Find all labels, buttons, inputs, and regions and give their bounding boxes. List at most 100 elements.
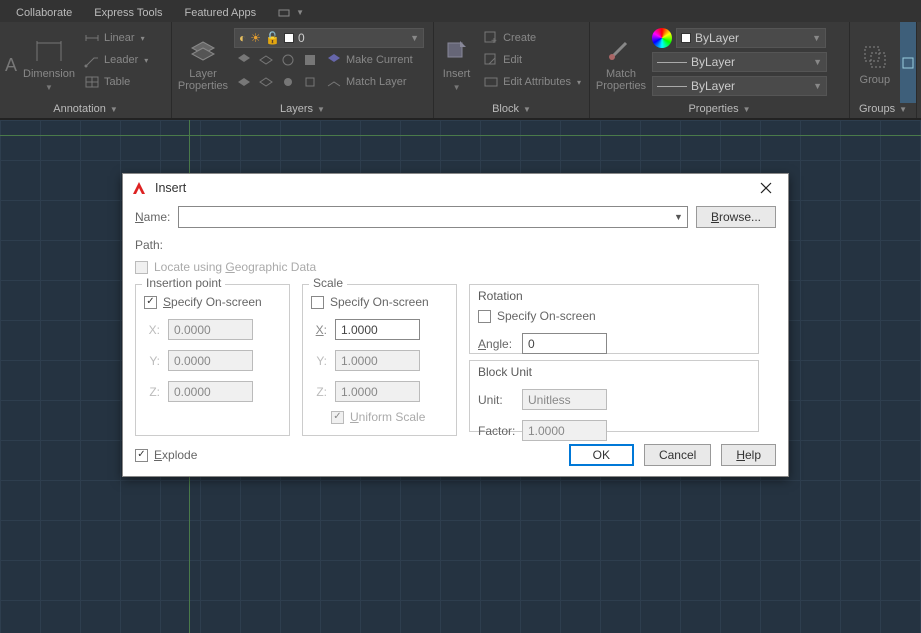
- dimension-button[interactable]: Dimension ▼: [22, 24, 76, 101]
- layer-color-swatch: [284, 33, 294, 43]
- make-current-icon: [326, 52, 342, 68]
- ribbon: Collaborate Express Tools Featured Apps …: [0, 0, 921, 119]
- match-layer-button[interactable]: Match Layer: [322, 72, 411, 92]
- angle-field[interactable]: 0: [522, 333, 607, 354]
- panel-properties-title[interactable]: Properties▼: [594, 101, 845, 118]
- panel-layers-title[interactable]: Layers▼: [176, 101, 429, 118]
- color-dropdown[interactable]: ByLayer ▼: [676, 28, 826, 48]
- scale-x-label: X:: [311, 323, 327, 337]
- svg-text:+: +: [491, 36, 497, 46]
- layer-tool-8[interactable]: [300, 72, 320, 92]
- layer-tool-2[interactable]: [256, 50, 276, 70]
- dialog-titlebar[interactable]: Insert: [123, 174, 788, 202]
- layer-tool-4[interactable]: [300, 50, 320, 70]
- edit-attr-icon: [483, 74, 499, 90]
- make-current-button[interactable]: Make Current: [322, 50, 417, 70]
- uniform-scale-label: Uniform Scale: [350, 410, 425, 424]
- group-expand[interactable]: [900, 22, 916, 103]
- scale-x-field[interactable]: 1.0000: [335, 319, 420, 340]
- edit-block-button[interactable]: Edit: [479, 50, 585, 70]
- tab-collaborate[interactable]: Collaborate: [6, 5, 82, 21]
- unit-field: Unitless: [522, 389, 607, 410]
- factor-label: Factor:: [478, 424, 514, 438]
- insertion-title: Insertion point: [142, 276, 225, 290]
- layer-properties-label: Layer Properties: [178, 68, 228, 92]
- help-button[interactable]: Help: [721, 444, 776, 466]
- ok-button[interactable]: OK: [569, 444, 634, 466]
- layer-tool-1[interactable]: [234, 50, 254, 70]
- browse-button[interactable]: Browse...: [696, 206, 776, 228]
- table-label: Table: [104, 76, 130, 88]
- close-button[interactable]: [754, 182, 778, 194]
- block-unit-group: Block Unit Unit:Unitless Factor:1.0000: [469, 360, 759, 432]
- layer-name: 0: [298, 31, 305, 45]
- layer-properties-button[interactable]: Layer Properties: [176, 24, 230, 101]
- edit-icon: [483, 52, 499, 68]
- panel-annotation-title[interactable]: Annotation▼: [4, 101, 167, 118]
- ribbon-panels: A Dimension ▼ Linear▾ Lead: [0, 22, 921, 118]
- match-layer-label: Match Layer: [346, 76, 407, 88]
- path-label: Path:: [135, 238, 776, 252]
- scale-z-field: 1.0000: [335, 381, 420, 402]
- ins-z-field: 0.0000: [168, 381, 253, 402]
- table-button[interactable]: Table: [80, 72, 152, 92]
- leader-button[interactable]: Leader▾: [80, 50, 152, 70]
- lock-icon: 🔓: [265, 31, 280, 45]
- group-button[interactable]: Group: [854, 24, 896, 101]
- match-properties-icon: [606, 37, 636, 65]
- ins-x-label: X:: [144, 323, 160, 337]
- unit-label: Unit:: [478, 393, 514, 407]
- geographic-checkbox: [135, 261, 148, 274]
- layer-dropdown[interactable]: ◐ ☀ 🔓 0 ▼: [234, 28, 424, 48]
- make-current-label: Make Current: [346, 54, 413, 66]
- explode-checkbox[interactable]: [135, 449, 148, 462]
- insertion-specify-checkbox[interactable]: [144, 296, 157, 309]
- text-button-edge[interactable]: A: [4, 24, 18, 101]
- scale-specify-checkbox[interactable]: [311, 296, 324, 309]
- panel-block-title[interactable]: Block▼: [438, 101, 585, 118]
- insert-block-button[interactable]: Insert ▼: [438, 24, 475, 101]
- panel-block: Insert ▼ + Create Edit Edit Attributes▾: [434, 22, 590, 118]
- tab-overflow[interactable]: ▼: [278, 8, 304, 18]
- rotation-specify-checkbox[interactable]: [478, 310, 491, 323]
- linear-button[interactable]: Linear▾: [80, 28, 152, 48]
- crosshair-horizontal: [0, 135, 921, 136]
- layer-tool-6[interactable]: [256, 72, 276, 92]
- rotation-blockunit-column: Rotation Specify On-screen Angle:0 Block…: [469, 284, 759, 436]
- layer-tool-5[interactable]: [234, 72, 254, 92]
- rotation-group: Rotation Specify On-screen Angle:0: [469, 284, 759, 354]
- edit-label: Edit: [503, 54, 522, 66]
- sun-icon: ☀: [250, 31, 261, 45]
- cancel-button[interactable]: Cancel: [644, 444, 711, 466]
- rotation-title: Rotation: [478, 289, 523, 303]
- name-dropdown[interactable]: ▼: [178, 206, 688, 228]
- scale-z-label: Z:: [311, 385, 327, 399]
- group-icon: [860, 43, 890, 71]
- tab-featured-apps[interactable]: Featured Apps: [175, 5, 267, 21]
- color-wheel-icon[interactable]: [652, 28, 672, 48]
- scale-y-label: Y:: [311, 354, 327, 368]
- layer-tool-7[interactable]: [278, 72, 298, 92]
- lineweight-dropdown[interactable]: ByLayer ▼: [652, 52, 827, 72]
- insertion-specify-label: Specify On-screen: [163, 295, 262, 309]
- create-icon: +: [483, 30, 499, 46]
- panel-groups-title[interactable]: Groups▼: [854, 101, 912, 118]
- linetype-dropdown[interactable]: ByLayer ▼: [652, 76, 827, 96]
- tab-express-tools[interactable]: Express Tools: [84, 5, 172, 21]
- create-block-button[interactable]: + Create: [479, 28, 585, 48]
- match-layer-icon: [326, 74, 342, 90]
- scale-title: Scale: [309, 276, 347, 290]
- explode-label: Explode: [154, 448, 197, 462]
- angle-label: Angle:: [478, 337, 514, 351]
- ins-z-label: Z:: [144, 385, 160, 399]
- group-label: Group: [860, 74, 891, 86]
- color-value: ByLayer: [695, 31, 739, 45]
- edit-attributes-button[interactable]: Edit Attributes▾: [479, 72, 585, 92]
- close-icon: [760, 182, 772, 194]
- match-properties-button[interactable]: Match Properties: [594, 24, 648, 101]
- layer-tool-3[interactable]: [278, 50, 298, 70]
- linetype-value: ByLayer: [691, 79, 735, 93]
- autocad-logo-icon: [131, 180, 147, 196]
- scale-group: Scale Specify On-screen X:1.0000 Y:1.000…: [302, 284, 457, 436]
- scale-y-field: 1.0000: [335, 350, 420, 371]
